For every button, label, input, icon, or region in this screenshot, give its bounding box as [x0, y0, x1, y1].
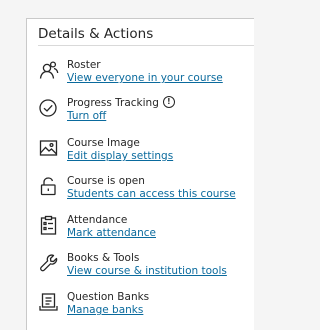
progress-tracking-link[interactable]: Turn off	[67, 110, 106, 123]
roster-link[interactable]: View everyone in your course	[67, 72, 223, 85]
books-tools-item: Books & Tools View course & institution …	[39, 252, 253, 286]
progress-tracking-item: Progress Tracking! Turn off	[39, 96, 253, 131]
question-banks-label: Question Banks	[67, 291, 150, 303]
info-icon[interactable]: !	[162, 96, 175, 108]
course-image-link[interactable]: Edit display settings	[67, 150, 173, 163]
question-bank-icon	[39, 292, 59, 312]
books-tools-label: Books & Tools	[67, 252, 140, 264]
books-tools-link[interactable]: View course & institution tools	[67, 265, 227, 278]
course-status-label: Course is open	[67, 175, 145, 187]
roster-icon	[39, 60, 59, 80]
attendance-link[interactable]: Mark attendance	[67, 227, 156, 240]
details-actions-panel: Details & Actions Roster View everyone i…	[26, 18, 254, 330]
unlock-icon	[39, 176, 59, 196]
image-icon	[39, 138, 59, 158]
progress-tracking-label-text: Progress Tracking	[67, 97, 159, 109]
question-banks-link[interactable]: Manage banks	[67, 304, 143, 317]
roster-item: Roster View everyone in your course	[39, 59, 253, 93]
panel-title: Details & Actions	[38, 26, 154, 42]
progress-check-icon	[39, 98, 59, 118]
question-banks-item: Question Banks Manage banks	[39, 291, 253, 325]
progress-tracking-label: Progress Tracking!	[67, 96, 175, 110]
course-image-item: Course Image Edit display settings	[39, 137, 253, 171]
roster-label: Roster	[67, 59, 101, 71]
course-image-label: Course Image	[67, 137, 140, 149]
course-status-link[interactable]: Students can access this course	[67, 188, 236, 201]
attendance-icon	[39, 215, 59, 235]
course-status-item: Course is open Students can access this …	[39, 175, 253, 209]
wrench-icon	[39, 253, 59, 273]
attendance-item: Attendance Mark attendance	[39, 214, 253, 248]
attendance-label: Attendance	[67, 214, 128, 226]
title-divider	[38, 45, 254, 46]
